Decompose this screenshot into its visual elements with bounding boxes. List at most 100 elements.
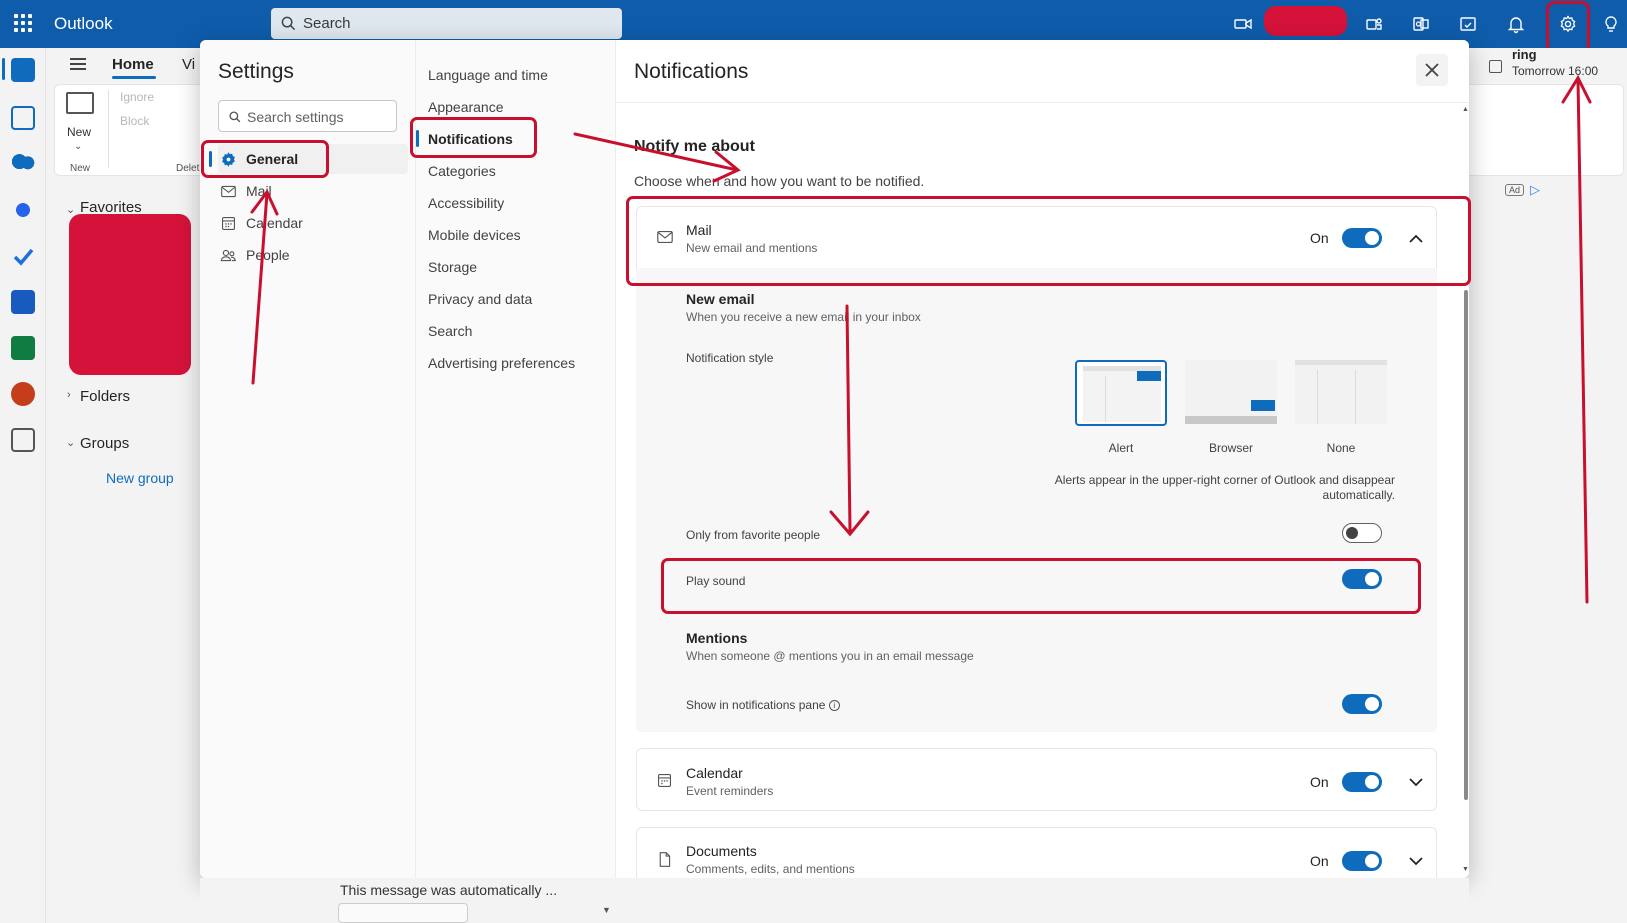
subcategory-storage[interactable]: Storage (428, 259, 477, 275)
style-description: Alerts appear in the upper-right corner … (1054, 473, 1395, 502)
mail-row-subtitle: New email and mentions (686, 241, 818, 255)
chevron-down-icon[interactable]: ⌄ (66, 203, 75, 216)
subcategory-language-and-time[interactable]: Language and time (428, 67, 548, 83)
teams-icon[interactable] (1363, 13, 1385, 35)
mail-toggle[interactable] (1342, 228, 1382, 248)
settings-search-input[interactable]: Search settings (218, 100, 397, 132)
selection-indicator (209, 151, 212, 167)
tab-home-underline (112, 76, 156, 79)
subcategory-privacy-and-data[interactable]: Privacy and data (428, 291, 532, 307)
more-apps-icon[interactable] (11, 428, 35, 452)
settings-title: Settings (218, 60, 294, 83)
mentions-title: Mentions (686, 630, 748, 646)
category-calendar[interactable]: Calendar (218, 208, 408, 238)
word-app-icon[interactable] (11, 290, 35, 314)
mail-icon (221, 185, 236, 198)
lightbulb-icon[interactable] (1600, 13, 1622, 35)
category-label: Calendar (246, 215, 303, 231)
notification-style-label: Notification style (686, 351, 774, 365)
category-mail[interactable]: Mail (218, 176, 408, 206)
search-placeholder: Search (303, 15, 351, 32)
calendar-app-icon[interactable] (11, 106, 35, 130)
groups-app-icon[interactable] (11, 198, 35, 222)
subcategory-notifications[interactable]: Notifications (428, 131, 513, 147)
reminder-title: ring (1512, 47, 1537, 62)
outlook-icon[interactable] (1410, 13, 1432, 35)
calendar-toggle[interactable] (1342, 772, 1382, 792)
notify-heading: Notify me about (634, 138, 755, 155)
category-label: People (246, 247, 290, 263)
new-mail-icon[interactable] (66, 92, 94, 114)
new-email-subtitle: When you receive a new email in your inb… (686, 310, 921, 324)
tab-home[interactable]: Home (112, 56, 154, 73)
chevron-down-icon[interactable]: ⌄ (74, 141, 82, 152)
groups-header[interactable]: Groups (80, 435, 129, 452)
notify-subheading: Choose when and how you want to be notif… (634, 173, 925, 189)
excel-app-icon[interactable] (11, 336, 35, 360)
calendar-icon (221, 216, 236, 231)
meet-now-icon[interactable] (1232, 13, 1254, 35)
bell-icon[interactable] (1505, 13, 1527, 35)
ignore-button[interactable]: Ignore (120, 90, 154, 104)
show-in-pane-toggle[interactable] (1342, 694, 1382, 714)
close-icon (1425, 63, 1439, 77)
play-sound-label: Play sound (686, 574, 746, 588)
folders-header[interactable]: Folders (80, 388, 130, 405)
settings-search-placeholder: Search settings (247, 109, 344, 125)
chevron-up-icon[interactable] (1406, 228, 1426, 248)
app-name: Outlook (54, 14, 113, 33)
my-day-icon[interactable] (1457, 13, 1479, 35)
category-label: General (246, 151, 299, 167)
reminder-time: Tomorrow 16:00 (1512, 64, 1599, 78)
style-option-browser[interactable] (1185, 360, 1277, 426)
mail-app-icon[interactable] (11, 58, 35, 82)
documents-toggle[interactable] (1342, 851, 1382, 871)
play-sound-toggle[interactable] (1342, 569, 1382, 589)
search-input[interactable]: Search (271, 8, 622, 39)
chevron-right-icon[interactable]: › (67, 389, 71, 401)
attachment-chip[interactable] (338, 903, 468, 923)
ad-choices-icon[interactable]: ▷ (1530, 182, 1540, 198)
show-in-pane-text: Show in notifications pane (686, 698, 826, 712)
todo-app-icon[interactable] (11, 244, 35, 268)
category-general[interactable]: General (209, 144, 408, 174)
app-launcher-icon[interactable] (14, 14, 32, 32)
calendar-icon (657, 773, 672, 788)
close-button[interactable] (1416, 54, 1448, 86)
scroll-up-icon[interactable]: ▲ (1462, 106, 1469, 113)
scrollbar[interactable] (1464, 290, 1468, 800)
category-people[interactable]: People (218, 240, 408, 270)
block-button[interactable]: Block (120, 114, 149, 128)
documents-row-subtitle: Comments, edits, and mentions (686, 862, 855, 876)
category-label: Mail (246, 183, 272, 199)
new-group-link[interactable]: New group (106, 470, 174, 486)
subcategory-categories[interactable]: Categories (428, 163, 496, 179)
gear-icon (222, 152, 235, 167)
info-icon[interactable]: i (828, 700, 840, 712)
style-option-alert[interactable] (1075, 360, 1167, 426)
scroll-down-icon[interactable]: ▼ (1462, 866, 1469, 873)
tab-view[interactable]: Vi (182, 56, 195, 73)
chevron-down-icon[interactable] (1406, 851, 1426, 871)
calendar-row-subtitle: Event reminders (686, 784, 774, 798)
people-app-icon[interactable] (11, 152, 35, 176)
subcategory-mobile-devices[interactable]: Mobile devices (428, 227, 521, 243)
style-label-none: None (1326, 441, 1356, 455)
browser-preview-icon (1185, 360, 1277, 424)
subcategory-advertising-preferences[interactable]: Advertising preferences (428, 355, 575, 371)
subcategory-accessibility[interactable]: Accessibility (428, 195, 504, 211)
style-option-none[interactable] (1295, 360, 1387, 426)
only-favorites-label: Only from favorite people (686, 528, 821, 542)
subcategory-search[interactable]: Search (428, 323, 472, 339)
new-button[interactable]: New (67, 125, 91, 139)
chevron-down-icon[interactable]: ⌄ (66, 436, 75, 449)
subcategory-appearance[interactable]: Appearance (428, 99, 504, 115)
hamburger-icon[interactable] (70, 58, 86, 70)
only-favorites-toggle[interactable] (1342, 523, 1382, 543)
panel-title: Notifications (634, 60, 749, 83)
scroll-down-icon[interactable]: ▼ (602, 905, 611, 915)
chevron-down-icon[interactable] (1406, 772, 1426, 792)
panel-divider (616, 102, 1469, 103)
powerpoint-app-icon[interactable] (11, 382, 35, 406)
calendar-row-title: Calendar (686, 765, 743, 781)
